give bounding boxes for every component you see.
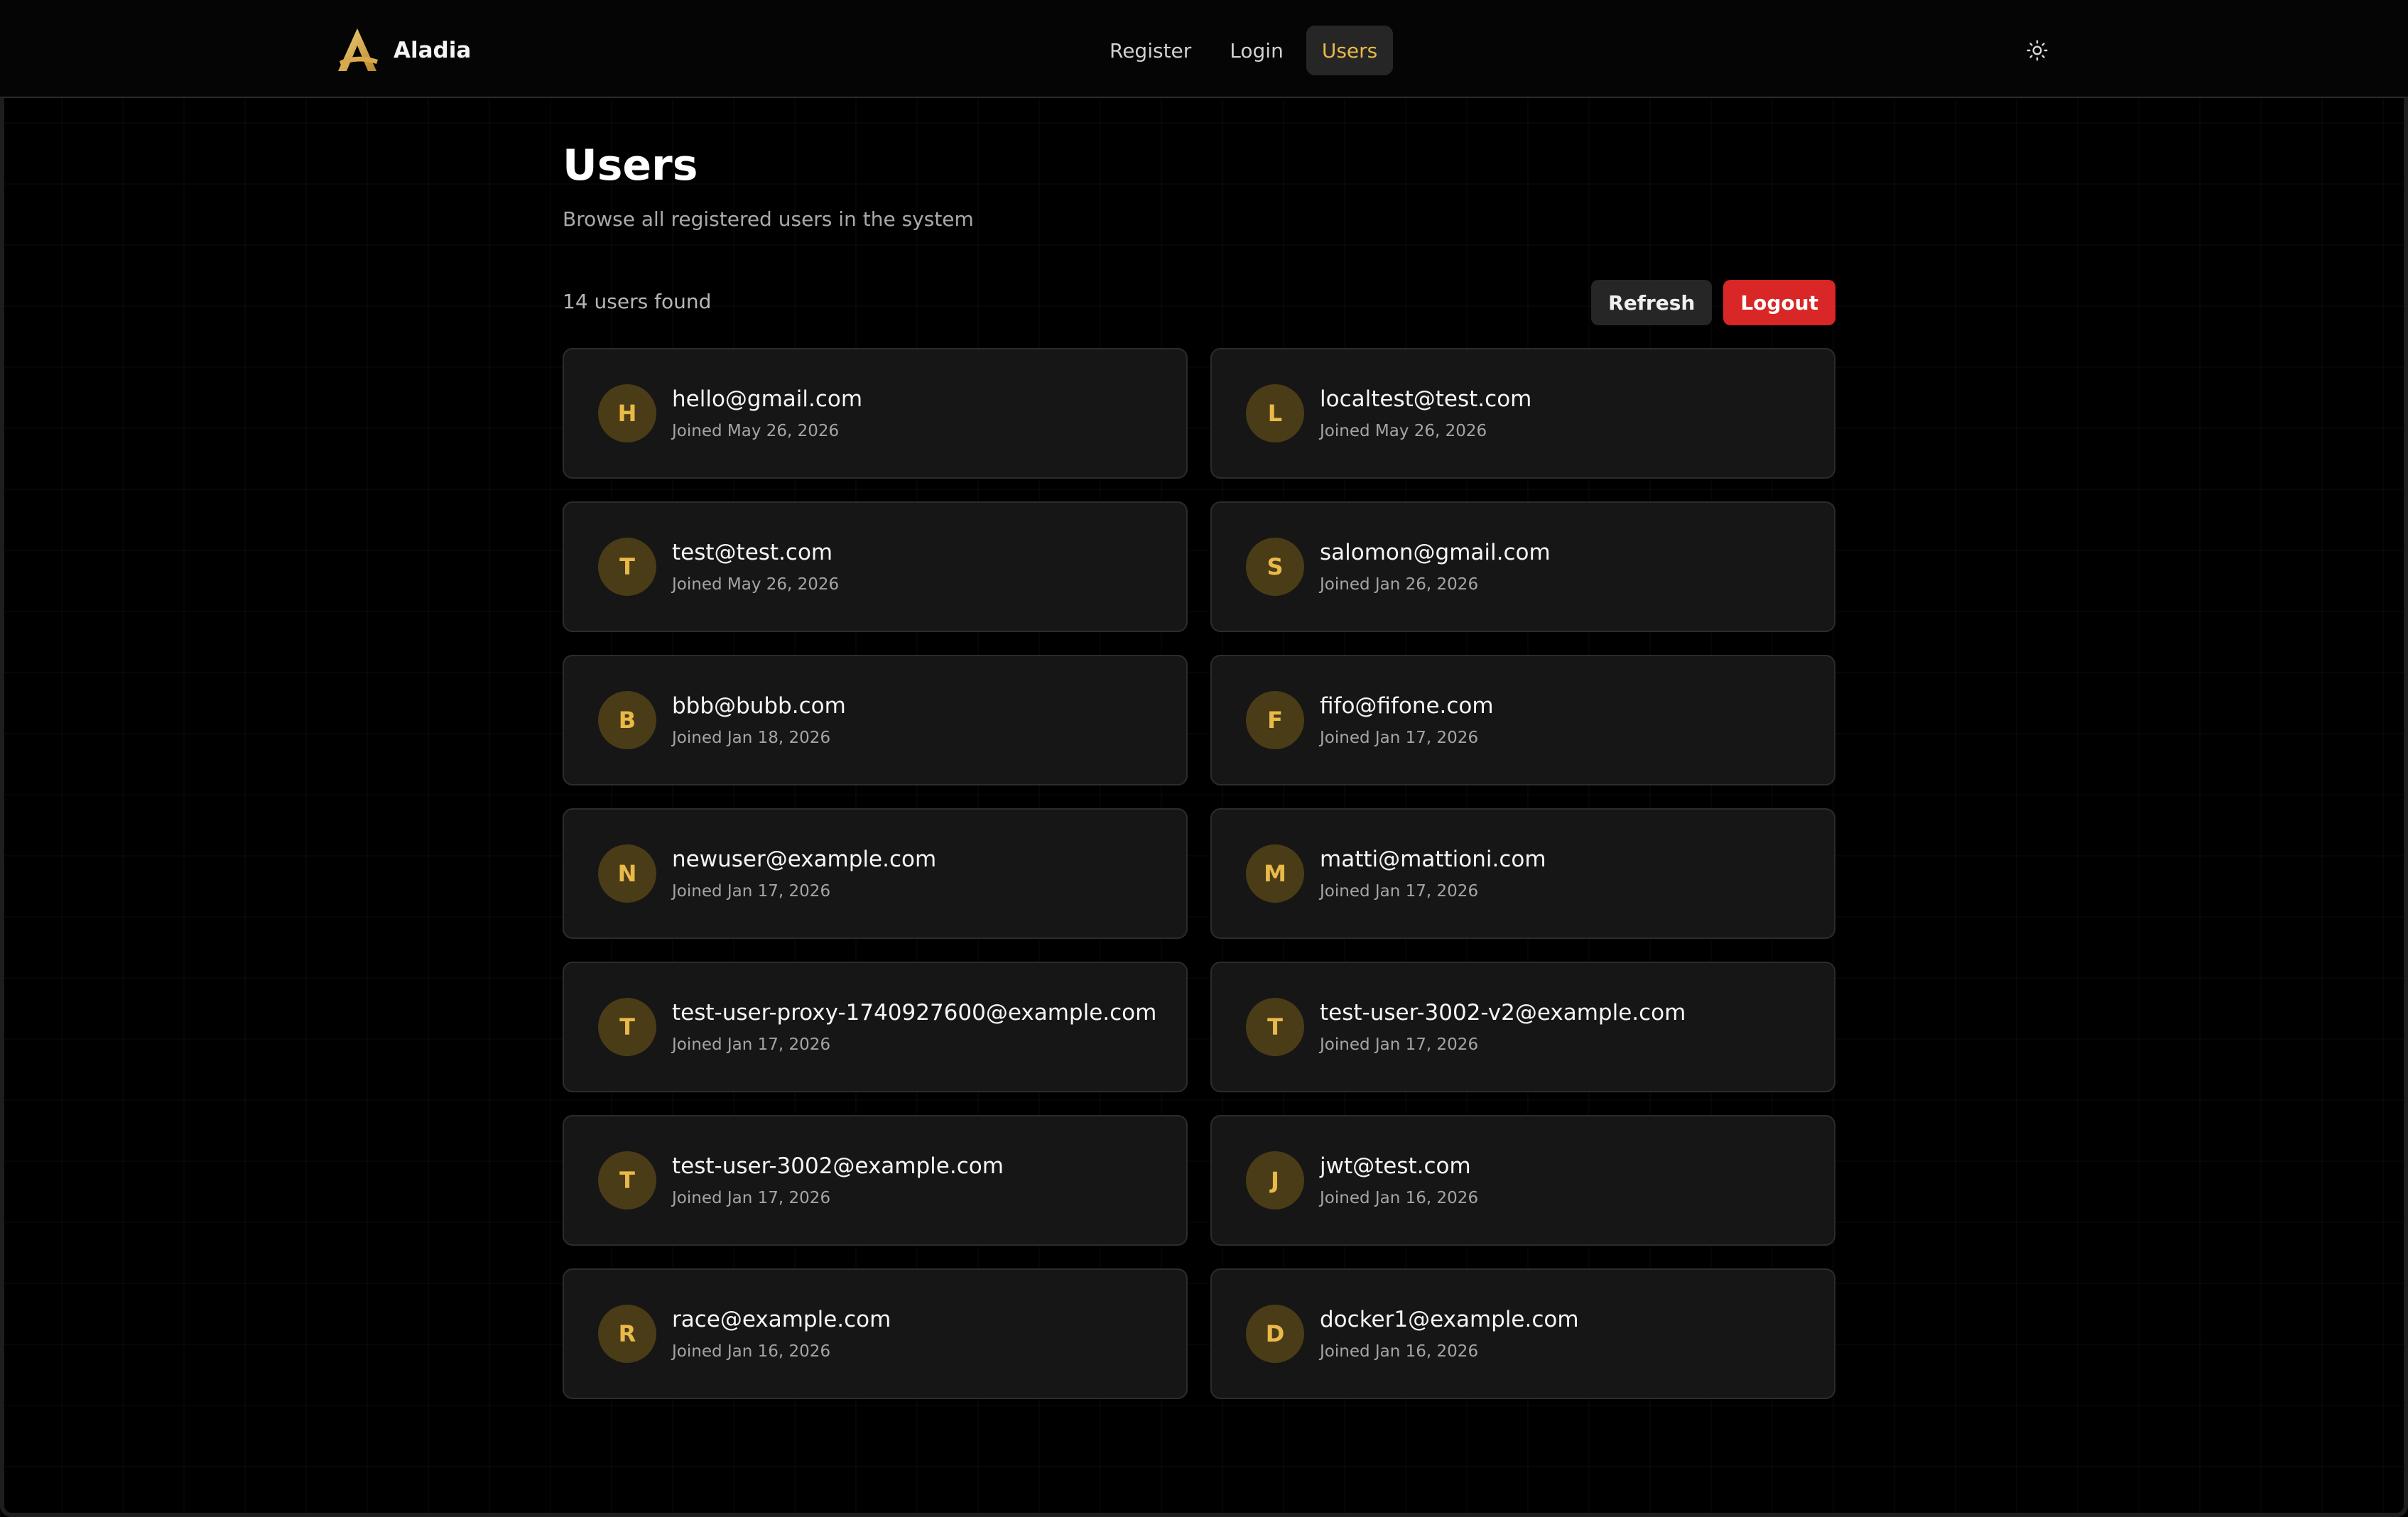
user-card[interactable]: Hhello@gmail.com Joined May 26, 2026 bbox=[563, 348, 1188, 479]
user-email: test-user-3002-v2@example.com bbox=[1320, 1000, 1686, 1026]
avatar: T bbox=[598, 998, 656, 1056]
user-card[interactable]: Ffifo@fifone.com Joined Jan 17, 2026 bbox=[1210, 655, 1835, 785]
avatar: T bbox=[598, 538, 656, 596]
aladia-logo-icon bbox=[338, 28, 378, 71]
user-info: test@test.com Joined May 26, 2026 bbox=[672, 540, 839, 594]
user-joined-date: Joined Jan 17, 2026 bbox=[1320, 729, 1479, 747]
user-email: fifo@fifone.com bbox=[1320, 693, 1494, 719]
user-card[interactable]: Ssalomon@gmail.com Joined Jan 26, 2026 bbox=[1210, 501, 1835, 632]
user-info: docker1@example.com Joined Jan 16, 2026 bbox=[1320, 1307, 1579, 1361]
user-info: matti@mattioni.com Joined Jan 17, 2026 bbox=[1320, 847, 1546, 901]
page-actions: Refresh Logout bbox=[1591, 280, 1835, 325]
user-joined-date: Joined Jan 17, 2026 bbox=[1320, 882, 1479, 901]
avatar: L bbox=[1246, 384, 1304, 442]
nav-login[interactable]: Login bbox=[1214, 26, 1299, 75]
user-info: hello@gmail.com Joined May 26, 2026 bbox=[672, 386, 862, 440]
avatar: F bbox=[1246, 691, 1304, 749]
user-card[interactable]: Ttest-user-3002-v2@example.com Joined Jan… bbox=[1210, 962, 1835, 1092]
user-email: docker1@example.com bbox=[1320, 1307, 1579, 1332]
main-nav: Register Login Users bbox=[1094, 26, 1394, 75]
user-card[interactable]: Mmatti@mattioni.com Joined Jan 17, 2026 bbox=[1210, 808, 1835, 939]
user-card[interactable]: Ttest-user-3002@example.com Joined Jan 17… bbox=[563, 1115, 1188, 1246]
avatar: S bbox=[1246, 538, 1304, 596]
user-card[interactable]: Jjwt@test.com Joined Jan 16, 2026 bbox=[1210, 1115, 1835, 1246]
logout-button[interactable]: Logout bbox=[1723, 280, 1835, 325]
user-joined-date: Joined Jan 17, 2026 bbox=[672, 1189, 831, 1207]
user-joined-date: Joined May 26, 2026 bbox=[1320, 422, 1487, 440]
brand-name: Aladia bbox=[394, 38, 472, 63]
avatar: B bbox=[598, 691, 656, 749]
page-title: Users bbox=[563, 141, 698, 190]
user-card[interactable]: Llocaltest@test.com Joined May 26, 2026 bbox=[1210, 348, 1835, 479]
user-joined-date: Joined May 26, 2026 bbox=[672, 575, 840, 594]
user-joined-date: Joined Jan 16, 2026 bbox=[1320, 1189, 1479, 1207]
page-subtitle: Browse all registered users in the syste… bbox=[563, 207, 974, 231]
brand[interactable]: Aladia bbox=[334, 26, 471, 75]
user-card[interactable]: Bbbb@bubb.com Joined Jan 18, 2026 bbox=[563, 655, 1188, 785]
user-card[interactable]: Ttest-user-proxy-1740927600@example.com J… bbox=[563, 962, 1188, 1092]
user-joined-date: Joined Jan 17, 2026 bbox=[672, 1035, 831, 1054]
user-email: jwt@test.com bbox=[1320, 1153, 1471, 1179]
user-info: test-user-3002@example.com Joined Jan 17,… bbox=[672, 1153, 1004, 1207]
avatar: T bbox=[598, 1151, 656, 1209]
sun-icon bbox=[2027, 40, 2048, 61]
user-card[interactable]: Nnewuser@example.com Joined Jan 17, 2026 bbox=[563, 808, 1188, 939]
user-email: localtest@test.com bbox=[1320, 386, 1532, 412]
avatar: J bbox=[1246, 1151, 1304, 1209]
theme-toggle-button[interactable] bbox=[2022, 35, 2053, 66]
user-email: test-user-proxy-1740927600@example.com bbox=[672, 1000, 1157, 1026]
refresh-button[interactable]: Refresh bbox=[1591, 280, 1713, 325]
user-email: newuser@example.com bbox=[672, 847, 937, 872]
user-info: newuser@example.com Joined Jan 17, 2026 bbox=[672, 847, 936, 901]
avatar: H bbox=[598, 384, 656, 442]
user-email: test@test.com bbox=[672, 540, 833, 565]
user-joined-date: Joined Jan 26, 2026 bbox=[1320, 575, 1479, 594]
user-info: test-user-3002-v2@example.com Joined Jan … bbox=[1320, 1000, 1686, 1054]
user-joined-date: Joined Jan 18, 2026 bbox=[672, 729, 831, 747]
user-joined-date: Joined Jan 17, 2026 bbox=[672, 882, 831, 901]
user-card[interactable]: Rrace@example.com Joined Jan 16, 2026 bbox=[563, 1268, 1188, 1399]
user-email: matti@mattioni.com bbox=[1320, 847, 1546, 872]
avatar: N bbox=[598, 844, 656, 903]
user-grid: Hhello@gmail.com Joined May 26, 2026 Lloca… bbox=[563, 348, 1835, 1399]
user-info: salomon@gmail.com Joined Jan 26, 2026 bbox=[1320, 540, 1551, 594]
user-card[interactable]: Ttest@test.com Joined May 26, 2026 bbox=[563, 501, 1188, 632]
user-email: race@example.com bbox=[672, 1307, 891, 1332]
user-email: bbb@bubb.com bbox=[672, 693, 846, 719]
user-joined-date: Joined Jan 17, 2026 bbox=[1320, 1035, 1479, 1054]
user-info: race@example.com Joined Jan 16, 2026 bbox=[672, 1307, 891, 1361]
user-info: bbb@bubb.com Joined Jan 18, 2026 bbox=[672, 693, 846, 747]
top-navbar: Aladia Register Login Users bbox=[0, 0, 2408, 98]
avatar: T bbox=[1246, 998, 1304, 1056]
avatar: M bbox=[1246, 844, 1304, 903]
nav-register[interactable]: Register bbox=[1094, 26, 1207, 75]
user-joined-date: Joined Jan 16, 2026 bbox=[1320, 1342, 1479, 1361]
user-info: fifo@fifone.com Joined Jan 17, 2026 bbox=[1320, 693, 1494, 747]
nav-users[interactable]: Users bbox=[1306, 26, 1394, 75]
user-email: test-user-3002@example.com bbox=[672, 1153, 1004, 1179]
user-joined-date: Joined May 26, 2026 bbox=[672, 422, 840, 440]
avatar: D bbox=[1246, 1305, 1304, 1363]
user-email: hello@gmail.com bbox=[672, 386, 863, 412]
user-info: jwt@test.com Joined Jan 16, 2026 bbox=[1320, 1153, 1478, 1207]
user-info: localtest@test.com Joined May 26, 2026 bbox=[1320, 386, 1531, 440]
user-joined-date: Joined Jan 16, 2026 bbox=[672, 1342, 831, 1361]
avatar: R bbox=[598, 1305, 656, 1363]
user-email: salomon@gmail.com bbox=[1320, 540, 1551, 565]
user-card[interactable]: Ddocker1@example.com Joined Jan 16, 2026 bbox=[1210, 1268, 1835, 1399]
user-info: test-user-proxy-1740927600@example.com Jo… bbox=[672, 1000, 1156, 1054]
users-count: 14 users found bbox=[563, 290, 712, 313]
